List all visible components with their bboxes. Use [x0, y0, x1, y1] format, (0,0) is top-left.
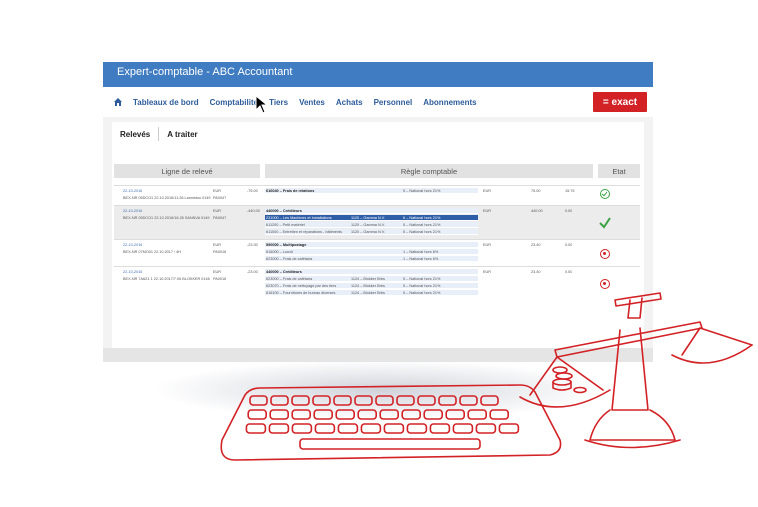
stage: Expert-comptable - ABC Accountant Tablea…: [0, 0, 758, 507]
balance-scale-icon: [519, 292, 753, 449]
